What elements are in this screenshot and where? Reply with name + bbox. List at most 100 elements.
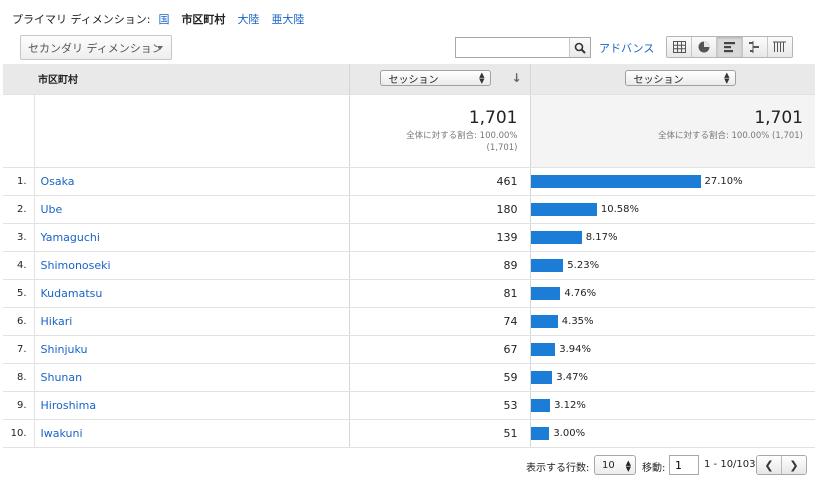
totals-row: 1,701 全体に対する割合: 100.00% (1,701) 1,701 全体… xyxy=(3,94,815,168)
city-link[interactable]: Ube xyxy=(41,203,63,216)
primary-dimension-country[interactable]: 国 xyxy=(158,11,169,27)
table-row: 6. Hikari 74 4.35% xyxy=(3,307,815,336)
city-link[interactable]: Hikari xyxy=(41,315,73,328)
share-bar xyxy=(530,426,550,440)
view-switcher xyxy=(666,36,793,58)
row-index: 6. xyxy=(3,307,35,336)
city-link[interactable]: Yamaguchi xyxy=(41,231,100,244)
share-bar xyxy=(530,230,582,244)
select-arrows-icon: ▲ ▼ xyxy=(625,459,631,473)
search-button[interactable] xyxy=(569,38,590,57)
city-link[interactable]: Shinjuku xyxy=(41,343,88,356)
sessions-value: 139 xyxy=(348,223,530,252)
city-link[interactable]: Hiroshima xyxy=(41,399,97,412)
city-link[interactable]: Shimonoseki xyxy=(41,259,111,272)
secondary-dimension-label: セカンダリ ディメンション xyxy=(28,41,163,55)
row-index: 2. xyxy=(3,195,35,224)
city-link[interactable]: Kudamatsu xyxy=(41,287,103,300)
table-body: 1. Osaka 461 27.10% 2. Ube 180 10.58% 3. Yamaguch… xyxy=(3,167,815,448)
metric1-select[interactable]: セッション ▲ ▼ xyxy=(379,70,491,86)
primary-dimension-continent[interactable]: 大陸 xyxy=(237,11,259,27)
share-cell: 4.76% xyxy=(529,279,815,308)
totals-note-line1: 全体に対する割合: 100.00% xyxy=(406,130,518,141)
goto-page-input[interactable] xyxy=(669,455,699,475)
table-row: 8. Shunan 59 3.47% xyxy=(3,363,815,392)
row-index: 8. xyxy=(3,363,35,392)
city-cell: Iwakuni xyxy=(34,419,349,448)
share-cell: 4.35% xyxy=(529,307,815,336)
comparison-icon xyxy=(749,41,760,53)
share-cell: 3.94% xyxy=(529,335,815,364)
secondary-dimension-dropdown[interactable]: セカンダリ ディメンション xyxy=(20,35,172,60)
table-row: 10. Iwakuni 51 3.00% xyxy=(3,419,815,448)
city-link[interactable]: Iwakuni xyxy=(41,427,83,440)
share-bar xyxy=(530,174,701,188)
rows-per-page-value: 10 xyxy=(602,459,615,471)
city-cell: Osaka xyxy=(34,167,349,196)
share-cell: 10.58% xyxy=(529,195,815,224)
bar-icon xyxy=(723,42,735,53)
advanced-filter-link[interactable]: アドバンス xyxy=(599,40,654,56)
city-link[interactable]: Shunan xyxy=(41,371,83,384)
select-arrows-icon: ▲ ▼ xyxy=(724,71,730,85)
next-page-button[interactable]: ❯ xyxy=(782,456,806,474)
bar-view-button[interactable] xyxy=(717,37,743,57)
city-cell: Yamaguchi xyxy=(34,223,349,252)
totals-metric1: 1,701 全体に対する割合: 100.00% (1,701) xyxy=(348,94,530,168)
share-cell: 3.47% xyxy=(529,363,815,392)
share-cell: 3.12% xyxy=(529,391,815,420)
grid-view-button[interactable] xyxy=(667,37,693,57)
primary-dimension-label: プライマリ ディメンション: xyxy=(12,13,151,26)
primary-dimension-city[interactable]: 市区町村 xyxy=(181,11,225,27)
primary-dimension-subcontinent[interactable]: 亜大陸 xyxy=(271,11,304,27)
primary-dimension-bar: プライマリ ディメンション: 国 市区町村 大陸 亜大陸 xyxy=(12,12,316,26)
search-icon xyxy=(574,42,586,54)
rows-per-page-select[interactable]: 10 ▲ ▼ xyxy=(594,455,636,475)
pie-view-button[interactable] xyxy=(692,37,718,57)
sessions-value: 53 xyxy=(348,391,530,420)
share-bar xyxy=(530,314,558,328)
rows-per-page-label: 表示する行数: xyxy=(526,463,590,474)
table-toolbar: セカンダリ ディメンション アドバンス xyxy=(0,34,818,62)
share-cell: 8.17% xyxy=(529,223,815,252)
search-box xyxy=(455,37,591,58)
search-input[interactable] xyxy=(456,38,569,57)
share-percent: 4.35% xyxy=(561,315,594,327)
goto-label: 移動: xyxy=(642,463,666,474)
totals-label-cell xyxy=(34,94,349,168)
share-bar xyxy=(530,258,564,272)
share-percent: 8.17% xyxy=(585,231,618,243)
metric1-header: セッション ▲ ▼ ↓ xyxy=(348,64,530,95)
row-index: 9. xyxy=(3,391,35,420)
city-cell: Kudamatsu xyxy=(34,279,349,308)
comparison-view-button[interactable] xyxy=(742,37,768,57)
row-index: 3. xyxy=(3,223,35,252)
chevron-right-icon: ❯ xyxy=(789,458,799,472)
chevron-down-icon xyxy=(157,46,163,50)
metric2-select-value: セッション xyxy=(633,74,684,86)
table-row: 2. Ube 180 10.58% xyxy=(3,195,815,224)
share-bar xyxy=(530,342,556,356)
sessions-value: 461 xyxy=(348,167,530,196)
share-percent: 4.76% xyxy=(564,287,597,299)
share-bar xyxy=(530,202,597,216)
share-percent: 3.00% xyxy=(553,427,586,439)
share-cell: 5.23% xyxy=(529,251,815,280)
city-cell: Shinjuku xyxy=(34,335,349,364)
row-index: 10. xyxy=(3,419,35,448)
sort-arrow-icon[interactable]: ↓ xyxy=(511,71,521,85)
totals-metric2: 1,701 全体に対する割合: 100.00% (1,701) xyxy=(529,94,815,168)
prev-page-button[interactable]: ❮ xyxy=(757,456,782,474)
dimension-header: 市区町村 xyxy=(3,64,349,95)
share-percent: 3.94% xyxy=(559,343,591,355)
pivot-icon xyxy=(773,41,787,52)
pivot-view-button[interactable] xyxy=(767,37,792,57)
metric2-select[interactable]: セッション ▲ ▼ xyxy=(624,70,736,86)
metric2-header: セッション ▲ ▼ xyxy=(529,64,815,95)
page-nav: ❮ ❯ xyxy=(756,455,807,475)
sessions-value: 81 xyxy=(348,279,530,308)
city-cell: Shunan xyxy=(34,363,349,392)
city-link[interactable]: Osaka xyxy=(41,175,75,188)
table-header-row: 市区町村 セッション ▲ ▼ ↓ セッション ▲ ▼ xyxy=(3,64,815,95)
select-arrows-icon: ▲ ▼ xyxy=(479,71,485,85)
